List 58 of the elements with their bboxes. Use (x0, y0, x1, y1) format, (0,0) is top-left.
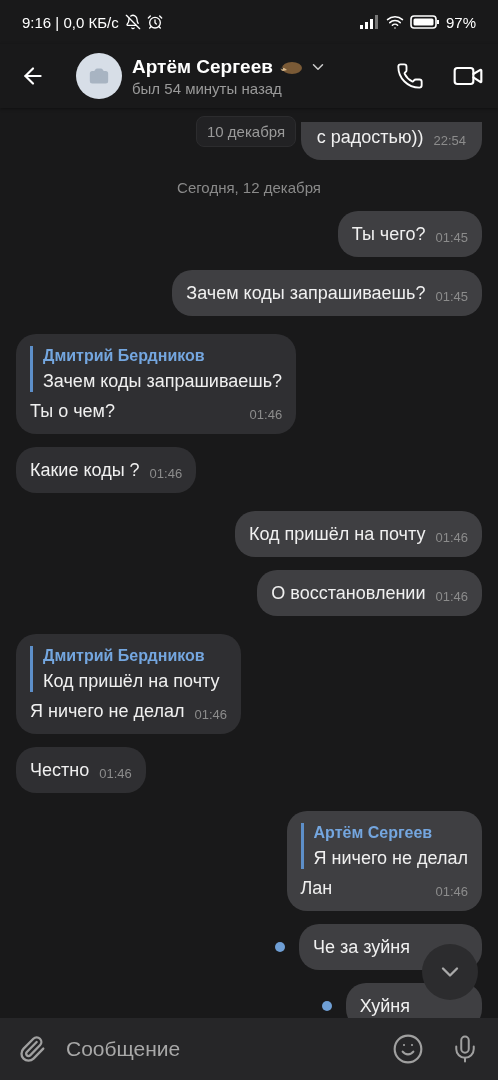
reply-author: Артём Сергеев (313, 823, 434, 843)
avatar[interactable] (76, 53, 122, 99)
reply-text: Зачем коды запрашиваешь? (43, 370, 283, 392)
emoji-button[interactable] (392, 1033, 424, 1065)
message-text: Ты чего? (351, 223, 426, 245)
reply-text: Я ничего не делал (313, 847, 468, 869)
incoming-message[interactable]: Дмитрий Бердников Зачем коды запрашиваешь? Ты о чем? 01:46 (16, 334, 297, 434)
message-text: Честно (30, 759, 90, 781)
reply-text: Код пришёл на почту (43, 670, 221, 692)
quoted-reply[interactable]: Артём Сергеев Я ничего не делал (300, 823, 468, 869)
call-button[interactable] (396, 62, 424, 90)
message-time: 01:45 (435, 289, 468, 304)
message-text: Лан (300, 877, 333, 899)
contact-name[interactable]: Артём Сергеев (132, 55, 273, 78)
message-text: Зачем коды запрашиваешь? (186, 282, 426, 304)
message-time: 01:46 (149, 466, 183, 481)
message-text: О восстановлении (271, 582, 426, 604)
incoming-message[interactable]: Честно 01:46 (16, 747, 146, 793)
message-time: 01:46 (435, 530, 468, 545)
message-time: 01:45 (435, 230, 468, 245)
bell-off-icon (124, 14, 141, 30)
message-time: 01:46 (194, 707, 227, 722)
message-text: Хуйня (359, 995, 410, 1017)
incoming-message[interactable]: Дмитрий Бердников Код пришёл на почту Я ничего не делал 01:46 (16, 634, 241, 734)
signal-icon (359, 15, 380, 29)
message-time: 01:46 (99, 766, 132, 781)
message-text: Ты о чем? (30, 400, 115, 422)
outgoing-message[interactable]: О восстановлении 01:46 (257, 570, 482, 616)
outgoing-message[interactable]: Ты чего? 01:45 (337, 211, 482, 257)
attach-button[interactable] (18, 1035, 46, 1063)
message-text: Я ничего не делал (30, 700, 185, 722)
message-text: Че за зуйня (312, 936, 410, 958)
last-seen: был 54 минуты назад (132, 79, 283, 97)
outgoing-message[interactable]: Артём Сергеев Я ничего не делал Лан 01:46 (286, 811, 482, 911)
quoted-reply[interactable]: Дмитрий Бердников Код пришёл на почту (30, 646, 227, 692)
quoted-reply[interactable]: Дмитрий Бердников Зачем коды запрашиваешь? (30, 346, 283, 392)
reply-author: Дмитрий Бердников (43, 646, 206, 666)
reply-author: Дмитрий Бердников (43, 346, 206, 366)
message-time: 01:46 (249, 407, 283, 422)
message-bar[interactable]: Сообщение (0, 1018, 498, 1080)
message-text: с радостью)) (316, 126, 424, 148)
outgoing-message[interactable]: Зачем коды запрашиваешь? 01:45 (172, 270, 482, 316)
battery-icon (409, 15, 440, 29)
message-time: 22:54 (433, 133, 466, 148)
status-time: 9:16 | 0,0 КБ/с (22, 13, 119, 31)
date-separator: Сегодня, 12 декабря (177, 179, 321, 196)
incoming-message[interactable]: Какие коды ? 01:46 (16, 447, 197, 493)
message-time: 01:46 (435, 884, 468, 899)
camera-icon (89, 66, 109, 86)
outgoing-message[interactable]: Код пришёл на почту 01:46 (234, 511, 482, 557)
alarm-icon (146, 14, 163, 30)
message-time: 01:46 (435, 589, 468, 604)
date-chip: 10 декабря (196, 116, 297, 147)
message-text: Код пришёл на почту (248, 523, 426, 545)
wifi-icon (385, 13, 404, 31)
message-text: Какие коды ? (30, 459, 140, 481)
battery-level: 97% (445, 13, 476, 31)
outgoing-message[interactable]: с радостью)) 22:54 (300, 122, 482, 160)
